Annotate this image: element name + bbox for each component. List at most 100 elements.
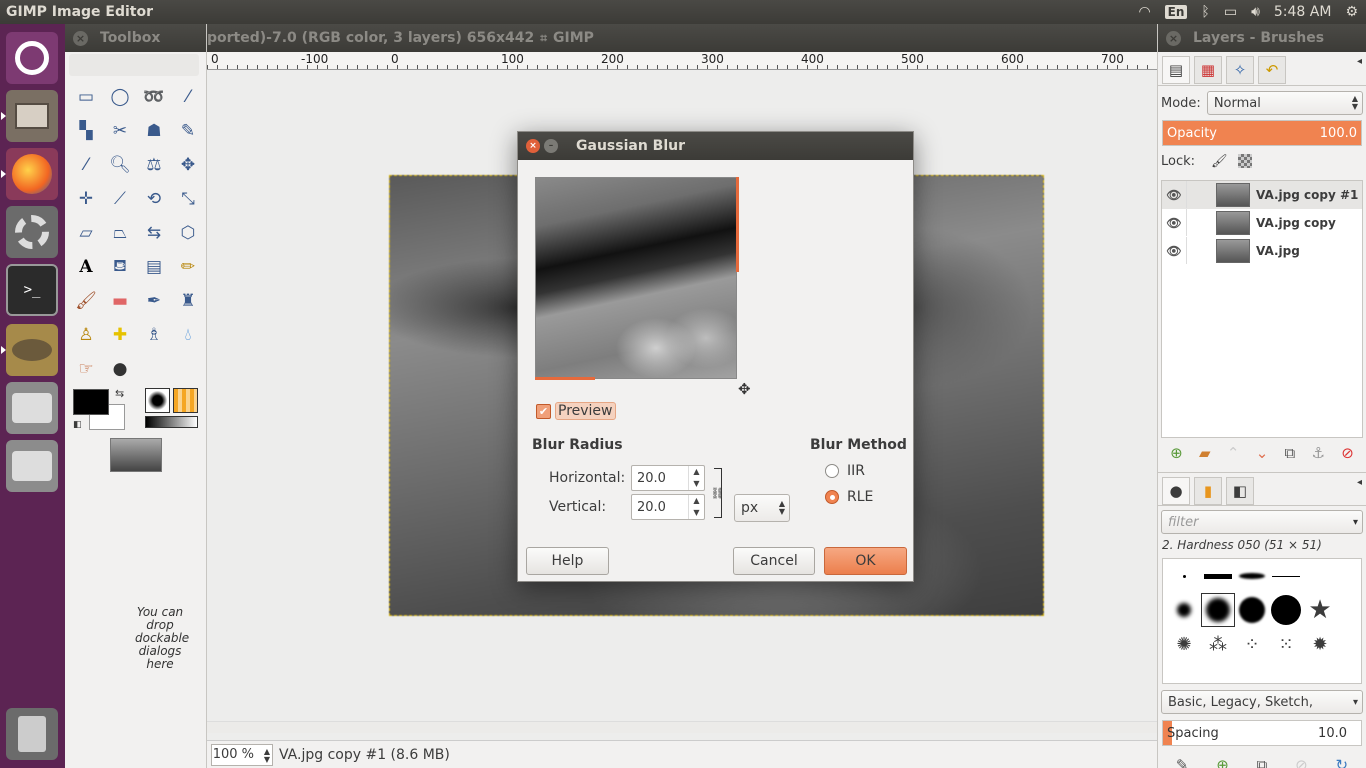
horizontal-ruler[interactable]: 0 -100 0 100 200 300 400 500 600 700	[207, 52, 1157, 70]
preview-area[interactable]	[535, 177, 737, 379]
gradient-indicator[interactable]	[145, 416, 198, 428]
opacity-slider[interactable]: Opacity 100.0	[1162, 120, 1362, 146]
spin-arrows-icon[interactable]: ▲ ▼	[688, 466, 704, 490]
foreground-color-swatch[interactable]	[73, 389, 109, 415]
raise-layer-icon[interactable]: ⌃	[1227, 444, 1240, 462]
spacing-slider[interactable]: Spacing 10.0	[1162, 720, 1362, 746]
preview-horizontal-scroll[interactable]	[535, 377, 595, 380]
layer-row[interactable]: 👁︎ VA.jpg copy #1	[1162, 181, 1362, 209]
visibility-eye-icon[interactable]: 👁︎	[1162, 216, 1186, 230]
tab-menu-icon[interactable]: ◂	[1357, 56, 1362, 85]
terminal-icon[interactable]: >_	[6, 264, 58, 316]
anchor-layer-icon[interactable]: ⚓	[1312, 444, 1325, 462]
zoom-field[interactable]: 100 % ▲ ▼	[211, 743, 273, 766]
scale-icon[interactable]: ⤡	[171, 182, 205, 216]
ok-button[interactable]: OK	[824, 547, 907, 575]
unit-select[interactable]: px ▲ ▼	[734, 494, 790, 522]
method-rle-radio[interactable]: RLE	[825, 489, 873, 505]
airbrush-icon[interactable]: ✒	[137, 284, 171, 318]
pattern-indicator[interactable]	[173, 388, 198, 413]
tab-menu-icon[interactable]: ◂	[1357, 477, 1362, 505]
paintbrush-icon[interactable]: 🖌︎	[69, 284, 103, 318]
brush-item[interactable]	[1167, 559, 1201, 593]
close-icon[interactable]: ×	[1166, 30, 1181, 46]
preview-checkbox[interactable]: ✔ Preview	[536, 402, 616, 420]
gradients-tab-icon[interactable]: ◧	[1226, 477, 1254, 505]
brush-item[interactable]: ⁙	[1269, 627, 1303, 661]
brush-item[interactable]	[1235, 559, 1269, 593]
brush-item[interactable]	[1269, 559, 1303, 593]
perspective-clone-icon[interactable]: ♗	[137, 318, 171, 352]
perspective-icon[interactable]: ⏢	[103, 216, 137, 250]
delete-layer-icon[interactable]: ⊘	[1341, 444, 1354, 462]
color-picker-icon[interactable]: ⁄	[69, 148, 103, 182]
swap-colors-icon[interactable]: ⇆	[115, 387, 124, 400]
navigate-icon[interactable]: ✥	[738, 380, 751, 398]
brush-indicator[interactable]	[145, 388, 170, 413]
flip-icon[interactable]: ⇆	[137, 216, 171, 250]
spin-arrows-icon[interactable]: ▲ ▼	[688, 495, 704, 519]
layer-row[interactable]: 👁︎ VA.jpg copy	[1162, 209, 1362, 237]
filter-input[interactable]: filter ▾	[1161, 510, 1363, 534]
align-icon[interactable]: ✛	[69, 182, 103, 216]
rotate-icon[interactable]: ⟲	[137, 182, 171, 216]
smudge-icon[interactable]: ☞	[69, 352, 103, 386]
heal-icon[interactable]: ✚	[103, 318, 137, 352]
files-icon[interactable]	[6, 90, 58, 142]
crop-icon[interactable]: ⟋	[103, 182, 137, 216]
volume-icon[interactable]: 🔊︎	[1251, 4, 1260, 20]
gimp-icon[interactable]	[6, 324, 58, 376]
ink-icon[interactable]: ♜	[171, 284, 205, 318]
brushes-tab-icon[interactable]: ●	[1162, 477, 1190, 505]
delete-brush-icon[interactable]: ⊘	[1295, 756, 1308, 768]
visibility-eye-icon[interactable]: 👁︎	[1162, 244, 1186, 258]
new-layer-group-icon[interactable]: ▰	[1199, 444, 1211, 462]
fuzzy-select-icon[interactable]: ⁄	[171, 80, 205, 114]
help-button[interactable]: Help	[526, 547, 609, 575]
scissors-icon[interactable]: ✂	[103, 114, 137, 148]
brush-item[interactable]: ⁂	[1201, 627, 1235, 661]
measure-icon[interactable]: ⚖	[137, 148, 171, 182]
color-select-icon[interactable]: ▚	[69, 114, 103, 148]
gear-icon[interactable]: ⚙	[1345, 4, 1358, 20]
paths-tab-icon[interactable]: ✧	[1226, 56, 1254, 84]
preview-label[interactable]: Preview	[555, 402, 616, 420]
brush-item[interactable]	[1269, 593, 1303, 627]
cage-transform-icon[interactable]: ⬡	[171, 216, 205, 250]
chain-toggle[interactable]	[1186, 209, 1216, 236]
lock-pixels-icon[interactable]: 🖌︎	[1211, 154, 1228, 169]
method-iir-radio[interactable]: IIR	[825, 463, 865, 479]
battery-icon[interactable]: ▭	[1224, 4, 1237, 20]
radio-icon[interactable]	[825, 464, 839, 478]
gradient-icon[interactable]: ▤	[137, 250, 171, 284]
shear-icon[interactable]: ▱	[69, 216, 103, 250]
duplicate-brush-icon[interactable]: ⧉	[1257, 756, 1268, 768]
rect-select-icon[interactable]: ▭	[69, 80, 103, 114]
clock[interactable]: 5:48 AM	[1274, 4, 1332, 20]
mode-select[interactable]: Normal ▲ ▼	[1206, 91, 1363, 115]
eraser-icon[interactable]: ▬	[103, 284, 137, 318]
brush-item[interactable]	[1201, 559, 1235, 593]
method-iir-label[interactable]: IIR	[847, 463, 865, 479]
brush-item[interactable]	[1235, 593, 1269, 627]
radio-selected-icon[interactable]	[825, 490, 839, 504]
wifi-icon[interactable]: ◠	[1138, 4, 1150, 20]
paths-icon[interactable]: ✎	[171, 114, 205, 148]
horizontal-scrollbar[interactable]	[207, 721, 1157, 733]
chain-toggle[interactable]	[1186, 237, 1216, 264]
chain-link-icon[interactable]: ⛓	[711, 468, 724, 518]
brush-item[interactable]: ✹	[1303, 627, 1337, 661]
cancel-button[interactable]: Cancel	[733, 547, 815, 575]
zoom-icon[interactable]: 🔍︎	[103, 148, 137, 182]
dodge-burn-icon[interactable]: ●	[103, 352, 137, 386]
blur-icon[interactable]: 💧︎	[171, 318, 205, 352]
bucket-fill-icon[interactable]: ⛾	[103, 250, 137, 284]
drive-icon[interactable]	[6, 440, 58, 492]
spin-arrows-icon[interactable]: ▲ ▼	[264, 747, 270, 764]
trash-icon[interactable]	[6, 708, 58, 760]
new-brush-icon[interactable]: ⊕	[1216, 756, 1229, 768]
brush-item[interactable]: ★	[1303, 593, 1337, 627]
brush-item[interactable]: ⁘	[1235, 627, 1269, 661]
close-icon[interactable]: ×	[73, 30, 88, 46]
brush-item[interactable]	[1167, 593, 1201, 627]
